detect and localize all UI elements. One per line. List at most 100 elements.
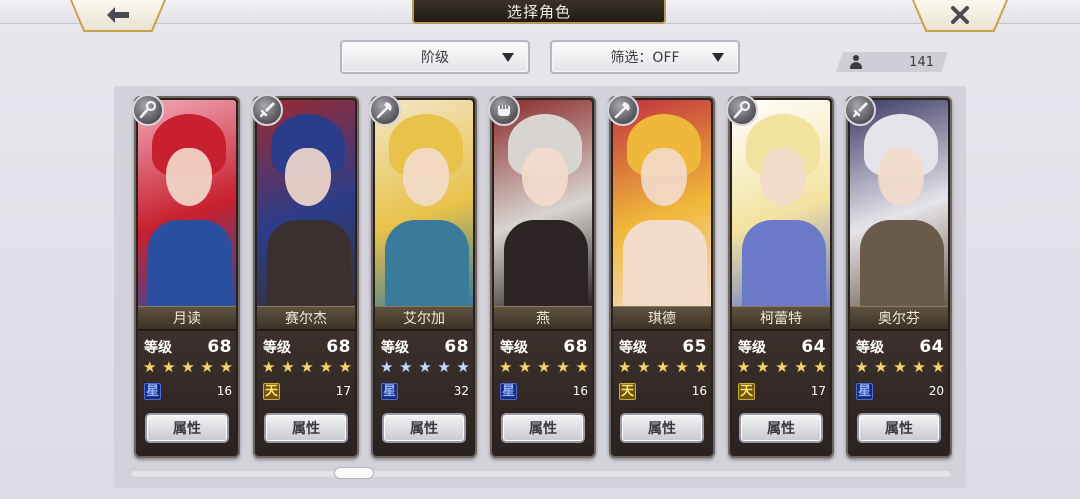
- attribute-button[interactable]: 属性: [264, 413, 348, 443]
- level-label: 等级: [856, 340, 884, 356]
- character-count: 141: [836, 52, 948, 72]
- attribute-button[interactable]: 属性: [501, 413, 585, 443]
- rarity-star-icon: ★: [794, 358, 808, 376]
- dropdown-arrow-icon: [502, 53, 514, 62]
- rarity-star-icon: ★: [338, 358, 352, 376]
- character-stats: 等级 68 ★ ★ ★ ★ ★ 星 16 属性: [494, 331, 592, 456]
- character-card[interactable]: 月读 等级 68 ★ ★ ★ ★ ★ 星 16 属性: [132, 94, 240, 458]
- level-label: 等级: [738, 340, 766, 356]
- character-list: 月读 等级 68 ★ ★ ★ ★ ★ 星 16 属性 赛尔杰 等级 68 ★ ★ ★ ★ ★ 天 17 属性 艾尔加 等级 68…: [132, 94, 954, 458]
- level-label: 等级: [381, 340, 409, 356]
- rarity-stars: ★ ★ ★ ★ ★: [855, 359, 945, 375]
- rarity-star-icon: ★: [219, 358, 233, 376]
- tier-dropdown-label: 阶级: [421, 50, 449, 66]
- rarity-star-icon: ★: [694, 358, 708, 376]
- sky-element-icon: 天: [619, 382, 636, 400]
- sky-element-icon: 天: [738, 382, 755, 400]
- character-count-number: 16: [691, 384, 707, 398]
- character-card[interactable]: 柯蕾特 等级 64 ★ ★ ★ ★ ★ 天 17 属性: [726, 94, 834, 458]
- rarity-star-icon: ★: [418, 358, 432, 376]
- star-element-icon: 星: [144, 382, 161, 400]
- level-value: 68: [326, 337, 351, 357]
- level-label: 等级: [144, 340, 172, 356]
- fist-class-icon: [488, 94, 520, 126]
- level-label: 等级: [619, 340, 647, 356]
- character-stats: 等级 64 ★ ★ ★ ★ ★ 天 17 属性: [732, 331, 830, 456]
- rarity-star-icon: ★: [499, 358, 513, 376]
- horizontal-scrollbar[interactable]: [130, 469, 952, 477]
- rarity-star-icon: ★: [556, 358, 570, 376]
- character-name: 琪德: [613, 306, 711, 330]
- rarity-star-icon: ★: [437, 358, 451, 376]
- character-name: 赛尔杰: [257, 306, 355, 330]
- rarity-stars: ★ ★ ★ ★ ★: [143, 359, 233, 375]
- character-count-number: 16: [572, 384, 588, 398]
- character-portrait: [732, 100, 830, 306]
- sword-class-icon: [844, 94, 876, 126]
- dropdown-arrow-icon: [712, 53, 724, 62]
- tier-dropdown[interactable]: 阶级: [340, 40, 530, 74]
- rarity-star-icon: ★: [281, 358, 295, 376]
- attribute-button[interactable]: 属性: [382, 413, 466, 443]
- rarity-star-icon: ★: [931, 358, 945, 376]
- rarity-star-icon: ★: [756, 358, 770, 376]
- rarity-star-icon: ★: [200, 358, 214, 376]
- character-card[interactable]: 艾尔加 等级 68 ★ ★ ★ ★ ★ 星 32 属性: [369, 94, 477, 458]
- character-stats: 等级 65 ★ ★ ★ ★ ★ 天 16 属性: [613, 331, 711, 456]
- rarity-stars: ★ ★ ★ ★ ★: [618, 359, 708, 375]
- character-portrait: [494, 100, 592, 306]
- rarity-star-icon: ★: [300, 358, 314, 376]
- character-card[interactable]: 琪德 等级 65 ★ ★ ★ ★ ★ 天 16 属性: [607, 94, 715, 458]
- rarity-star-icon: ★: [737, 358, 751, 376]
- character-name: 奥尔芬: [850, 306, 948, 330]
- character-portrait: [138, 100, 236, 306]
- character-stats: 等级 64 ★ ★ ★ ★ ★ 星 20 属性: [850, 331, 948, 456]
- level-value: 64: [801, 337, 826, 357]
- back-arrow-icon: [72, 0, 164, 30]
- rarity-star-icon: ★: [775, 358, 789, 376]
- attribute-button[interactable]: 属性: [739, 413, 823, 443]
- character-name: 月读: [138, 306, 236, 330]
- rarity-star-icon: ★: [456, 358, 470, 376]
- rarity-star-icon: ★: [874, 358, 888, 376]
- rarity-star-icon: ★: [618, 358, 632, 376]
- attribute-button[interactable]: 属性: [620, 413, 704, 443]
- attribute-button[interactable]: 属性: [145, 413, 229, 443]
- rarity-star-icon: ★: [319, 358, 333, 376]
- character-name: 艾尔加: [375, 306, 473, 330]
- character-count-number: 17: [335, 384, 351, 398]
- level-label: 等级: [263, 340, 291, 356]
- close-x-icon: [914, 0, 1006, 30]
- filter-dropdown[interactable]: 筛选：OFF: [550, 40, 740, 74]
- rarity-star-icon: ★: [181, 358, 195, 376]
- character-name: 柯蕾特: [732, 306, 830, 330]
- character-card[interactable]: 燕等级 68 ★ ★ ★ ★ ★ 星 16 属性: [488, 94, 596, 458]
- sword-class-icon: [251, 94, 283, 126]
- back-button[interactable]: [70, 0, 166, 32]
- rarity-star-icon: ★: [893, 358, 907, 376]
- rarity-stars: ★ ★ ★ ★ ★: [262, 359, 352, 375]
- character-name: 燕: [494, 306, 592, 330]
- axe-class-icon: [607, 94, 639, 126]
- rarity-star-icon: ★: [380, 358, 394, 376]
- rarity-star-icon: ★: [143, 358, 157, 376]
- rarity-star-icon: ★: [262, 358, 276, 376]
- rarity-stars: ★ ★ ★ ★ ★: [737, 359, 827, 375]
- staff-class-icon: [726, 94, 758, 126]
- rarity-star-icon: ★: [813, 358, 827, 376]
- character-card[interactable]: 奥尔芬 等级 64 ★ ★ ★ ★ ★ 星 20 属性: [844, 94, 952, 458]
- page-title: 选择角色: [412, 0, 666, 24]
- level-value: 65: [682, 337, 707, 357]
- attribute-button[interactable]: 属性: [857, 413, 941, 443]
- character-card[interactable]: 赛尔杰 等级 68 ★ ★ ★ ★ ★ 天 17 属性: [251, 94, 359, 458]
- character-portrait: [850, 100, 948, 306]
- scrollbar-thumb[interactable]: [334, 467, 374, 479]
- character-count-value: 141: [909, 54, 934, 70]
- character-count-number: 32: [453, 384, 469, 398]
- level-label: 等级: [500, 340, 528, 356]
- rarity-star-icon: ★: [656, 358, 670, 376]
- axe-class-icon: [369, 94, 401, 126]
- level-value: 64: [919, 337, 944, 357]
- filter-dropdown-label: 筛选：OFF: [610, 50, 680, 66]
- close-button[interactable]: [912, 0, 1008, 32]
